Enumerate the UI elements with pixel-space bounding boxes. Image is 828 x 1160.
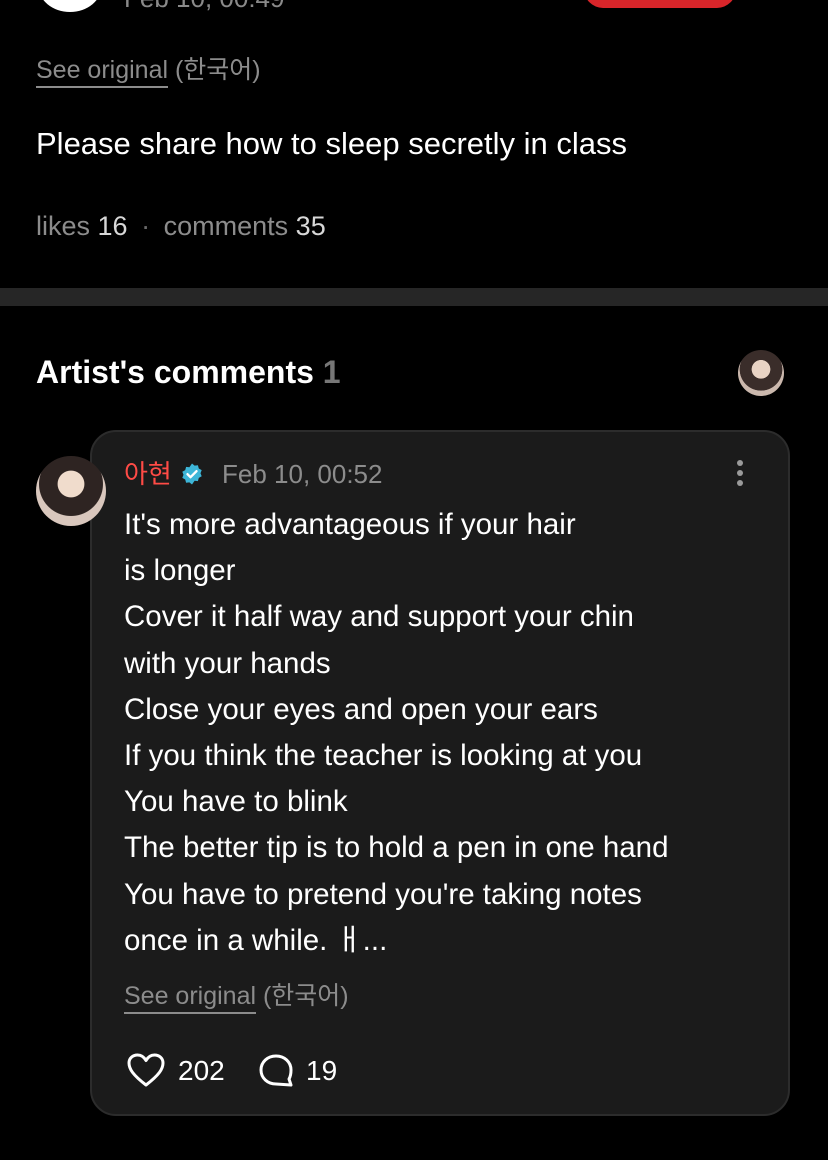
comments-count: 35 xyxy=(295,211,326,241)
post-translation-toggle: See original (한국어) xyxy=(36,54,261,88)
comment-see-original-link[interactable]: See original xyxy=(124,982,257,1014)
post-language-label: (한국어) xyxy=(174,56,261,84)
comment-line: Cover it half way and support your chin xyxy=(124,600,634,634)
comment-line: with your hands xyxy=(124,646,331,680)
comment-translation-toggle: See original (한국어) xyxy=(124,980,349,1014)
comment-line: You have to blink xyxy=(124,785,348,819)
comment-language-label: (한국어) xyxy=(262,982,349,1010)
comment-line: once in a while. ㅐ... xyxy=(124,923,388,957)
comment-line: You have to pretend you're taking notes xyxy=(124,877,642,911)
comment-line: It's more advantageous if your hair xyxy=(124,508,576,541)
comment-bubble-icon[interactable] xyxy=(258,1053,294,1089)
follow-button[interactable] xyxy=(584,0,736,8)
verified-badge-icon xyxy=(180,462,204,486)
comment-line: The better tip is to hold a pen in one h… xyxy=(124,831,669,865)
comment-line: Close your eyes and open your ears xyxy=(124,692,598,726)
stats-separator: · xyxy=(141,211,151,241)
like-count: 202 xyxy=(178,1055,225,1086)
post-text: Please share how to sleep secretly in cl… xyxy=(36,126,628,161)
section-divider xyxy=(0,288,828,306)
comment-text: It's more advantageous if your hair is l… xyxy=(124,502,774,964)
heart-icon[interactable] xyxy=(126,1052,166,1088)
comments-label[interactable]: comments xyxy=(164,211,289,241)
post-author-avatar[interactable] xyxy=(38,0,102,12)
comment-more-icon[interactable] xyxy=(734,460,746,490)
comment-date: Feb 10, 00:52 xyxy=(222,459,383,489)
post-more-icon[interactable] xyxy=(772,0,790,2)
artist-comments-count: 1 xyxy=(322,354,341,390)
post-date: Feb 10, 00:49 xyxy=(124,0,284,12)
comment-line: is longer xyxy=(124,554,236,588)
comment-author-name[interactable]: 아현 xyxy=(124,458,172,490)
likes-count: 16 xyxy=(97,211,128,241)
artist-avatar[interactable] xyxy=(738,350,784,396)
comment-author-avatar[interactable] xyxy=(36,456,106,526)
artist-comments-title: Artist's comments 1 xyxy=(36,352,341,392)
likes-label: likes xyxy=(36,211,91,241)
artist-comments-label: Artist's comments xyxy=(36,354,314,390)
post-see-original-link[interactable]: See original xyxy=(36,56,169,88)
reply-count: 19 xyxy=(306,1055,338,1086)
post-stats: likes 16 · comments 35 xyxy=(36,208,326,244)
comment-line: If you think the teacher is looking at y… xyxy=(124,739,643,773)
